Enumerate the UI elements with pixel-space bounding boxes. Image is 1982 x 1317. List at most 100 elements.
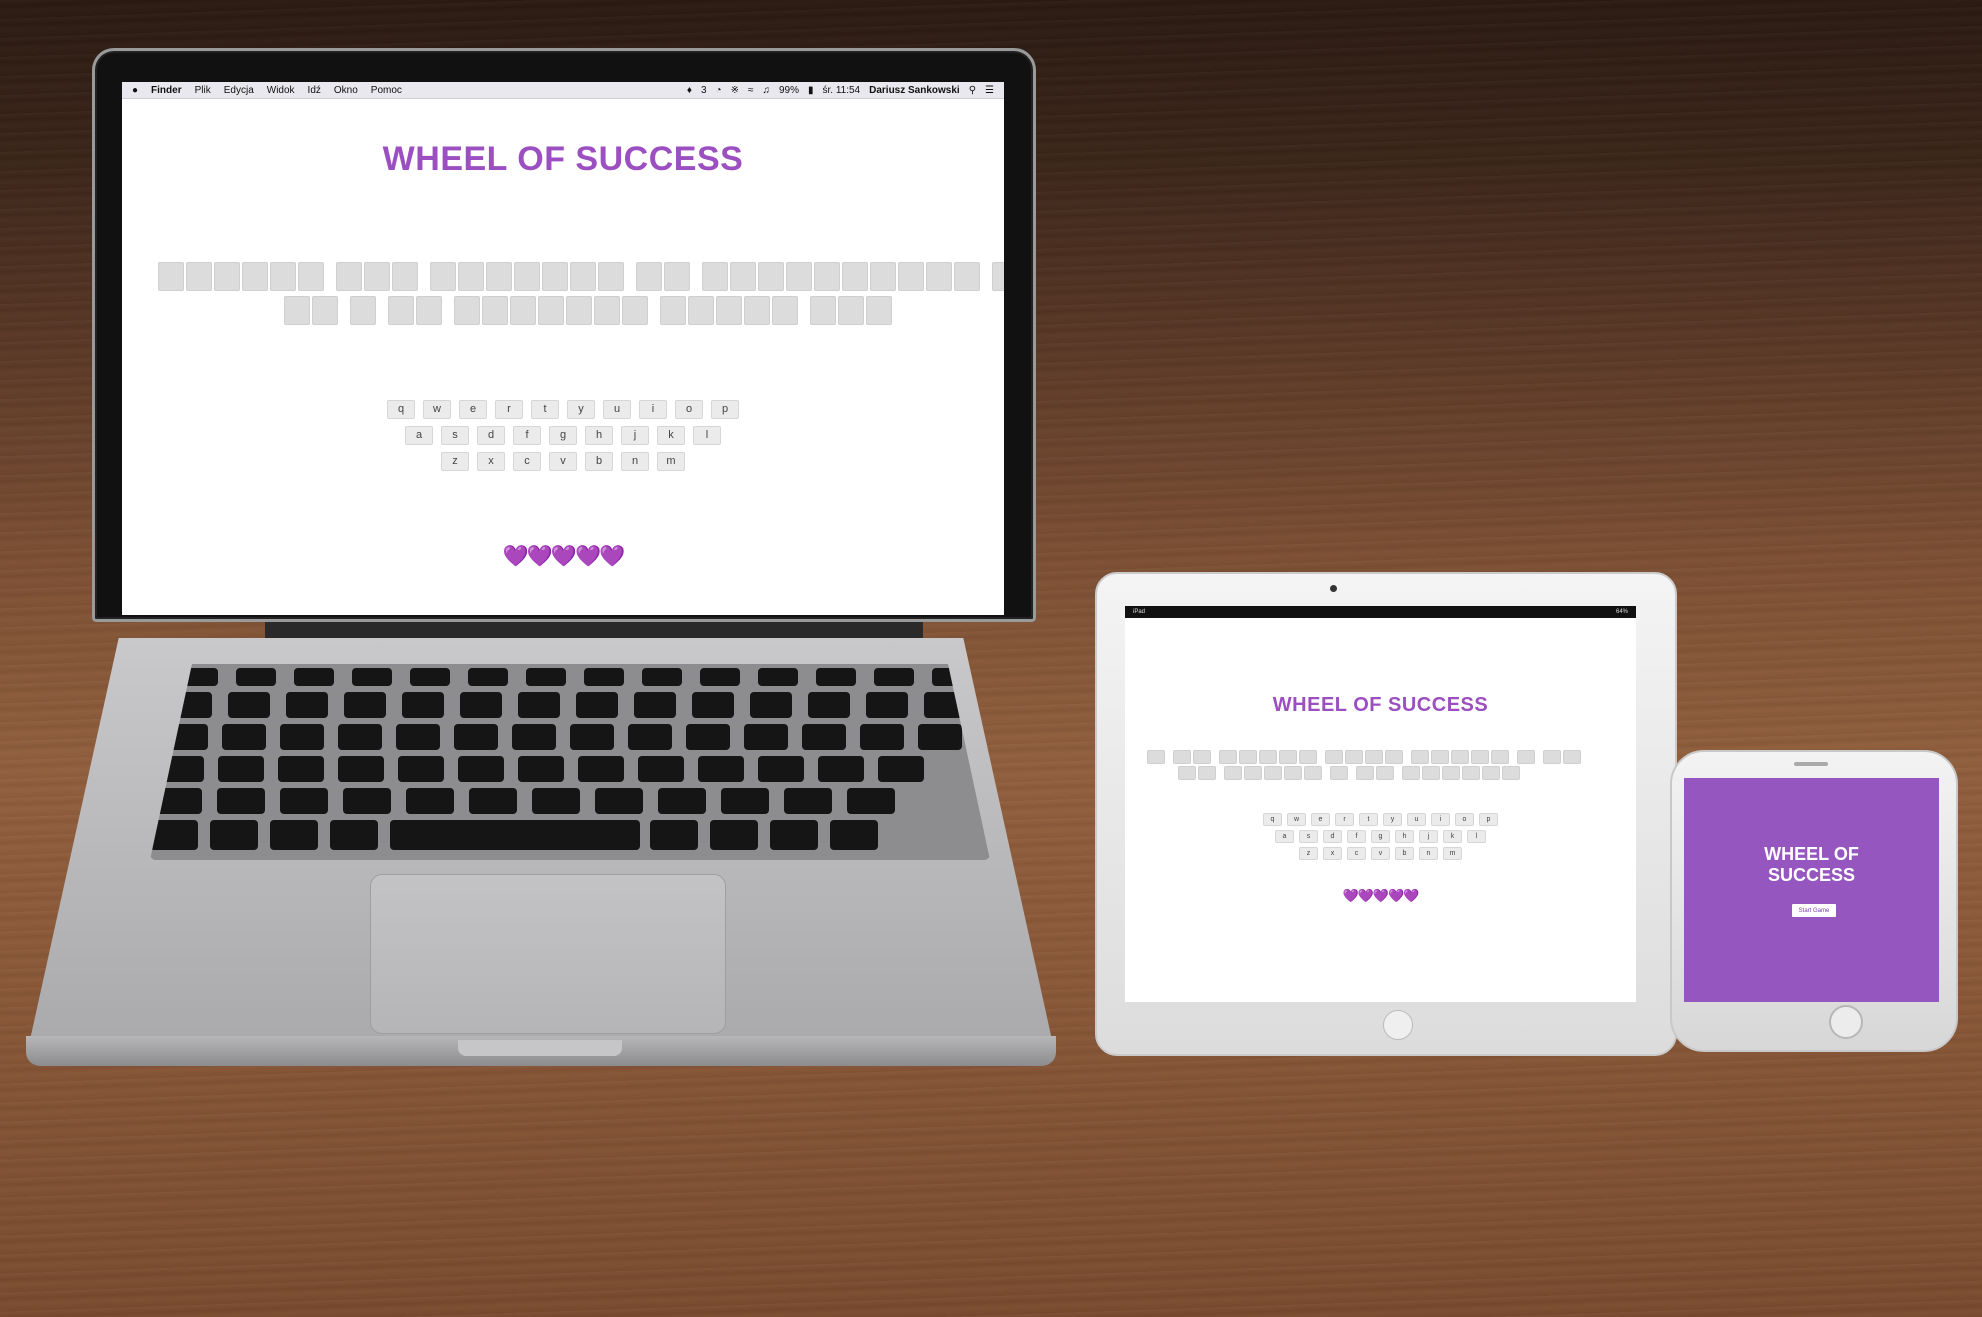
letter-tile bbox=[992, 262, 1004, 291]
letter-tile bbox=[702, 262, 728, 291]
menu-item-okno[interactable]: Okno bbox=[334, 85, 358, 96]
letter-key-v[interactable]: v bbox=[549, 452, 577, 471]
physical-key bbox=[236, 668, 276, 686]
tablet-letter-key-i[interactable]: i bbox=[1431, 813, 1450, 826]
tablet-letter-key-r[interactable]: r bbox=[1335, 813, 1354, 826]
tablet-letter-key-h[interactable]: h bbox=[1395, 830, 1414, 843]
tablet-letter-key-z[interactable]: z bbox=[1299, 847, 1318, 860]
notification-count[interactable]: 3 bbox=[701, 85, 707, 96]
tablet-letter-key-s[interactable]: s bbox=[1299, 830, 1318, 843]
letter-key-a[interactable]: a bbox=[405, 426, 433, 445]
letter-key-p[interactable]: p bbox=[711, 400, 739, 419]
battery-percent[interactable]: 99% bbox=[779, 85, 799, 96]
menubar-user[interactable]: Dariusz Sankowski bbox=[869, 85, 960, 96]
letter-tile bbox=[1365, 750, 1383, 764]
spotlight-search-icon[interactable]: ⚲ bbox=[969, 85, 976, 96]
menu-item-widok[interactable]: Widok bbox=[267, 85, 295, 96]
letter-key-j[interactable]: j bbox=[621, 426, 649, 445]
letter-key-s[interactable]: s bbox=[441, 426, 469, 445]
tablet-letter-key-k[interactable]: k bbox=[1443, 830, 1462, 843]
tablet-letter-key-v[interactable]: v bbox=[1371, 847, 1390, 860]
tablet-letter-key-d[interactable]: d bbox=[1323, 830, 1342, 843]
tablet-letter-keyboard: qwertyuiop asdfghjkl zxcvbnm bbox=[1125, 813, 1636, 864]
letter-key-i[interactable]: i bbox=[639, 400, 667, 419]
letter-key-y[interactable]: y bbox=[567, 400, 595, 419]
phone-game-title: WHEEL OF SUCCESS bbox=[1684, 844, 1939, 886]
clock-icon[interactable]: ◔ bbox=[716, 85, 722, 96]
apple-icon[interactable]: ● bbox=[132, 85, 138, 96]
bell-icon[interactable]: ♦ bbox=[687, 85, 692, 96]
letter-key-n[interactable]: n bbox=[621, 452, 649, 471]
letter-tile bbox=[866, 296, 892, 325]
tablet-letter-key-u[interactable]: u bbox=[1407, 813, 1426, 826]
letter-key-g[interactable]: g bbox=[549, 426, 577, 445]
letter-tile bbox=[1471, 750, 1489, 764]
tablet-letter-key-l[interactable]: l bbox=[1467, 830, 1486, 843]
letter-key-t[interactable]: t bbox=[531, 400, 559, 419]
wifi-icon[interactable]: ≈ bbox=[748, 85, 754, 96]
bluetooth-icon[interactable]: ※ bbox=[731, 85, 739, 96]
tablet-letter-key-f[interactable]: f bbox=[1347, 830, 1366, 843]
volume-icon[interactable]: ♫ bbox=[762, 85, 770, 96]
tablet-letter-key-x[interactable]: x bbox=[1323, 847, 1342, 860]
menubar-clock[interactable]: śr. 11:54 bbox=[822, 85, 860, 96]
tablet-letter-key-y[interactable]: y bbox=[1383, 813, 1402, 826]
letter-key-k[interactable]: k bbox=[657, 426, 685, 445]
letter-tile bbox=[1376, 766, 1394, 780]
letter-key-b[interactable]: b bbox=[585, 452, 613, 471]
puzzle-word bbox=[1224, 766, 1322, 785]
letter-key-u[interactable]: u bbox=[603, 400, 631, 419]
physical-key bbox=[338, 756, 384, 782]
tablet-letter-key-g[interactable]: g bbox=[1371, 830, 1390, 843]
letter-key-l[interactable]: l bbox=[693, 426, 721, 445]
tablet-letter-key-e[interactable]: e bbox=[1311, 813, 1330, 826]
tablet-letter-key-n[interactable]: n bbox=[1419, 847, 1438, 860]
physical-key bbox=[692, 692, 734, 718]
tablet-letter-key-o[interactable]: o bbox=[1455, 813, 1474, 826]
physical-key bbox=[576, 692, 618, 718]
trackpad[interactable] bbox=[370, 874, 726, 1034]
tablet-letter-key-j[interactable]: j bbox=[1419, 830, 1438, 843]
tablet-letter-key-a[interactable]: a bbox=[1275, 830, 1294, 843]
menu-item-plik[interactable]: Plik bbox=[195, 85, 211, 96]
phone-home-button[interactable] bbox=[1829, 1005, 1863, 1039]
physical-key bbox=[866, 692, 908, 718]
tablet-letter-key-c[interactable]: c bbox=[1347, 847, 1366, 860]
physical-key bbox=[402, 692, 444, 718]
letter-key-q[interactable]: q bbox=[387, 400, 415, 419]
menu-item-edycja[interactable]: Edycja bbox=[224, 85, 254, 96]
letter-tile bbox=[1147, 750, 1165, 764]
tablet-letter-key-q[interactable]: q bbox=[1263, 813, 1282, 826]
physical-key bbox=[286, 692, 328, 718]
physical-key bbox=[584, 668, 624, 686]
letter-key-m[interactable]: m bbox=[657, 452, 685, 471]
letter-key-o[interactable]: o bbox=[675, 400, 703, 419]
letter-tile bbox=[594, 296, 620, 325]
tablet-letter-key-w[interactable]: w bbox=[1287, 813, 1306, 826]
notification-center-icon[interactable]: ☰ bbox=[985, 85, 994, 96]
tablet-letter-key-t[interactable]: t bbox=[1359, 813, 1378, 826]
letter-key-r[interactable]: r bbox=[495, 400, 523, 419]
tablet-letter-key-b[interactable]: b bbox=[1395, 847, 1414, 860]
letter-tile bbox=[758, 262, 784, 291]
letter-key-x[interactable]: x bbox=[477, 452, 505, 471]
battery-icon[interactable]: ▮ bbox=[808, 85, 814, 96]
start-game-button[interactable]: Start Game bbox=[1792, 904, 1836, 917]
physical-key bbox=[218, 756, 264, 782]
tablet-home-button[interactable] bbox=[1383, 1010, 1413, 1040]
letter-key-h[interactable]: h bbox=[585, 426, 613, 445]
menu-item-idz[interactable]: Idź bbox=[308, 85, 321, 96]
letter-key-z[interactable]: z bbox=[441, 452, 469, 471]
menu-app-finder[interactable]: Finder bbox=[151, 85, 182, 96]
tablet-letter-key-p[interactable]: p bbox=[1479, 813, 1498, 826]
letter-key-w[interactable]: w bbox=[423, 400, 451, 419]
letter-key-d[interactable]: d bbox=[477, 426, 505, 445]
letter-tile bbox=[1517, 750, 1535, 764]
puzzle-word bbox=[158, 262, 324, 291]
letter-key-c[interactable]: c bbox=[513, 452, 541, 471]
letter-key-e[interactable]: e bbox=[459, 400, 487, 419]
letter-key-f[interactable]: f bbox=[513, 426, 541, 445]
physical-key bbox=[698, 756, 744, 782]
menu-item-pomoc[interactable]: Pomoc bbox=[371, 85, 402, 96]
tablet-letter-key-m[interactable]: m bbox=[1443, 847, 1462, 860]
